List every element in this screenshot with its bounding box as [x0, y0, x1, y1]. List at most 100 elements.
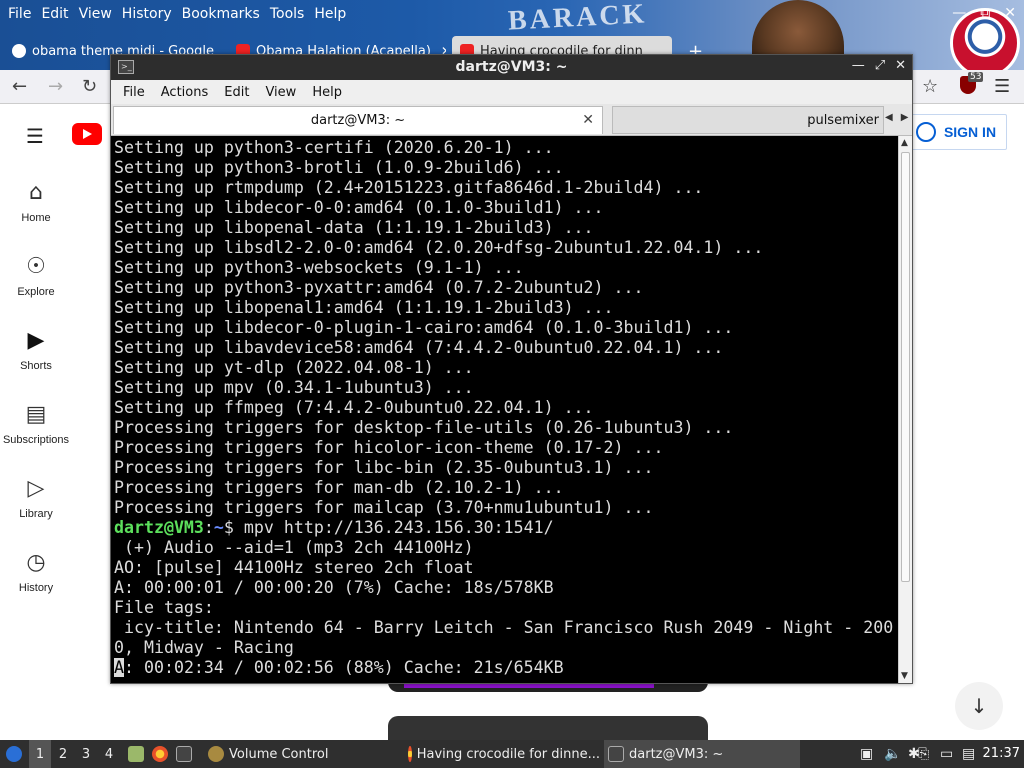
firefox-icon — [152, 746, 168, 762]
reload-icon[interactable]: ↻ — [82, 76, 97, 97]
workspace-3[interactable]: 3 — [75, 740, 97, 768]
taskbar: 1 2 3 4 Volume Control Having crocodile … — [0, 740, 1024, 768]
terminal-icon — [608, 746, 624, 762]
back-arrow-icon[interactable]: ← — [12, 76, 27, 97]
terminal-line: Setting up libdecor-0-0:amd64 (0.1.0-3bu… — [114, 198, 604, 217]
next-video-thumbnail[interactable] — [388, 716, 708, 740]
terminal-window-controls: — ⤢ ✕ — [852, 58, 906, 73]
terminal-line: Setting up python3-pyxattr:amd64 (0.7.2-… — [114, 278, 644, 297]
maximize-icon[interactable]: ⤢ — [875, 58, 885, 73]
tab-scroll-arrows: ◀ ▶ — [885, 112, 908, 123]
terminal-prompt-line: dartz@VM3:~$ mpv http://136.243.156.30:1… — [114, 518, 898, 538]
terminal-line: Processing triggers for man-db (2.10.2-1… — [114, 478, 564, 497]
show-desktop-launcher[interactable] — [128, 740, 144, 768]
screenshot-tray-icon[interactable]: ▣ — [860, 740, 873, 768]
terminal-tabbar: dartz@VM3: ~ ✕ pulsemixer ◀ ▶ — [111, 104, 912, 136]
close-icon[interactable]: ✕ — [582, 112, 594, 128]
network-tray-icon[interactable]: ▤ — [962, 740, 975, 768]
terminal-scrollbar[interactable]: ▲ ▼ — [898, 136, 912, 683]
start-menu-icon — [6, 746, 22, 762]
volume-control-icon — [208, 746, 224, 762]
prompt-path: ~ — [213, 518, 224, 537]
browser-menu-view[interactable]: View — [79, 6, 112, 22]
terminal-launcher[interactable] — [176, 740, 192, 768]
sidebar-item-library[interactable]: ▷ Library — [0, 476, 72, 520]
task-volume-control[interactable]: Volume Control — [204, 740, 400, 768]
terminal-line: (+) Audio --aid=1 (mp3 2ch 44100Hz) — [114, 538, 474, 557]
minimize-icon[interactable]: — — [852, 58, 865, 73]
task-title: dartz@VM3: ~ — [629, 746, 724, 762]
terminal-menu-file[interactable]: File — [117, 85, 151, 100]
sidebar-item-shorts[interactable]: ▶ Shorts — [0, 328, 72, 372]
prompt-command: mpv http://136.243.156.30:1541/ — [233, 518, 554, 537]
history-icon: ◷ — [26, 550, 46, 575]
sidebar-item-label: Subscriptions — [2, 434, 70, 446]
terminal-tab-title: dartz@VM3: ~ — [310, 113, 406, 128]
browser-menu-edit[interactable]: Edit — [41, 6, 68, 22]
terminal-menu-actions[interactable]: Actions — [155, 85, 215, 100]
browser-menu-bookmarks[interactable]: Bookmarks — [182, 6, 260, 22]
tab-scroll-left-icon[interactable]: ◀ — [885, 112, 893, 123]
terminal-menu-help[interactable]: Help — [306, 85, 348, 100]
sidebar-item-label: Library — [19, 508, 53, 520]
maximize-icon[interactable]: ⧉ — [980, 5, 990, 21]
prompt-separator: : — [203, 518, 214, 537]
terminal-line: Setting up rtmpdump (2.4+20151223.gitfa8… — [114, 178, 704, 197]
taskbar-clock[interactable]: 21:37 — [983, 746, 1020, 761]
browser-menu-file[interactable]: File — [8, 6, 31, 22]
mpv-status-line: A: 00:02:34 / 00:02:56 (88%) Cache: 21s/… — [114, 658, 898, 678]
terminal-tab-pulsemixer[interactable]: pulsemixer — [612, 106, 884, 134]
arrow-down-icon: ↓ — [970, 694, 988, 718]
terminal-menu-edit[interactable]: Edit — [218, 85, 255, 100]
clipboard-tray-icon[interactable]: ⎘ — [918, 740, 929, 768]
terminal-line: Setting up ffmpeg (7:4.4.2-0ubuntu0.22.0… — [114, 398, 594, 417]
workspace-2[interactable]: 2 — [52, 740, 74, 768]
close-icon[interactable]: ✕ — [895, 58, 906, 73]
sidebar-item-label: Shorts — [20, 360, 52, 372]
close-icon[interactable]: ✕ — [1004, 5, 1016, 21]
tab-scroll-right-icon[interactable]: ▶ — [901, 112, 909, 123]
guide-menu-icon[interactable]: ☰ — [26, 124, 44, 148]
youtube-logo-icon[interactable] — [72, 123, 102, 145]
firefox-launcher[interactable] — [152, 740, 168, 768]
bookmark-star-icon[interactable]: ☆ — [922, 76, 938, 97]
start-menu-button[interactable] — [4, 740, 24, 768]
sidebar-item-explore[interactable]: ☉ Explore — [0, 254, 72, 298]
scroll-down-icon[interactable]: ▼ — [901, 671, 908, 681]
terminal-line: Processing triggers for hicolor-icon-the… — [114, 438, 664, 457]
terminal-icon — [176, 746, 192, 762]
sidebar-item-history[interactable]: ◷ History — [0, 550, 72, 594]
task-terminal[interactable]: dartz@VM3: ~ — [604, 740, 800, 768]
browser-menu-help[interactable]: Help — [314, 6, 346, 22]
terminal-line: Setting up python3-certifi (2020.6.20-1)… — [114, 138, 554, 157]
workspace-1[interactable]: 1 — [29, 740, 51, 768]
terminal-tab-shell[interactable]: dartz@VM3: ~ ✕ — [113, 106, 603, 134]
volume-tray-icon[interactable]: 🔈 — [884, 740, 901, 768]
sidebar-item-home[interactable]: ⌂ Home — [0, 180, 72, 224]
scroll-down-button[interactable]: ↓ — [955, 682, 1003, 730]
terminal-line: Processing triggers for libc-bin (2.35-0… — [114, 458, 654, 477]
browser-menu-tools[interactable]: Tools — [270, 6, 305, 22]
workspace-4[interactable]: 4 — [98, 740, 120, 768]
display-tray-icon[interactable]: ▭ — [940, 740, 953, 768]
sign-in-button[interactable]: SIGN IN — [905, 114, 1007, 150]
library-icon: ▷ — [27, 476, 45, 501]
scrollbar-thumb[interactable] — [901, 152, 910, 582]
terminal-output[interactable]: Setting up python3-certifi (2020.6.20-1)… — [111, 136, 898, 683]
terminal-menu-view[interactable]: View — [259, 85, 302, 100]
terminal-line: Setting up libopenal-data (1:1.19.1-2bui… — [114, 218, 594, 237]
scroll-up-icon[interactable]: ▲ — [901, 138, 908, 148]
terminal-line: 0, Midway - Racing — [114, 638, 294, 657]
sidebar-item-label: Explore — [17, 286, 55, 298]
sidebar-item-subscriptions[interactable]: ▤ Subscriptions — [0, 402, 72, 446]
mpv-status-text: : 00:02:34 / 00:02:56 (88%) Cache: 21s/6… — [124, 658, 564, 677]
minimize-icon[interactable]: — — [952, 5, 966, 21]
browser-menu-history[interactable]: History — [122, 6, 172, 22]
terminal-line: Setting up libopenal1:amd64 (1:1.19.1-2b… — [114, 298, 614, 317]
task-firefox[interactable]: Having crocodile for dinne... — [404, 740, 600, 768]
terminal-line: Setting up mpv (0.34.1-1ubuntu3) ... — [114, 378, 474, 397]
forward-arrow-icon[interactable]: → — [48, 76, 63, 97]
hamburger-menu-icon[interactable]: ☰ — [994, 76, 1010, 97]
google-icon — [12, 44, 26, 58]
terminal-titlebar[interactable]: >_ dartz@VM3: ~ — ⤢ ✕ — [111, 55, 912, 80]
